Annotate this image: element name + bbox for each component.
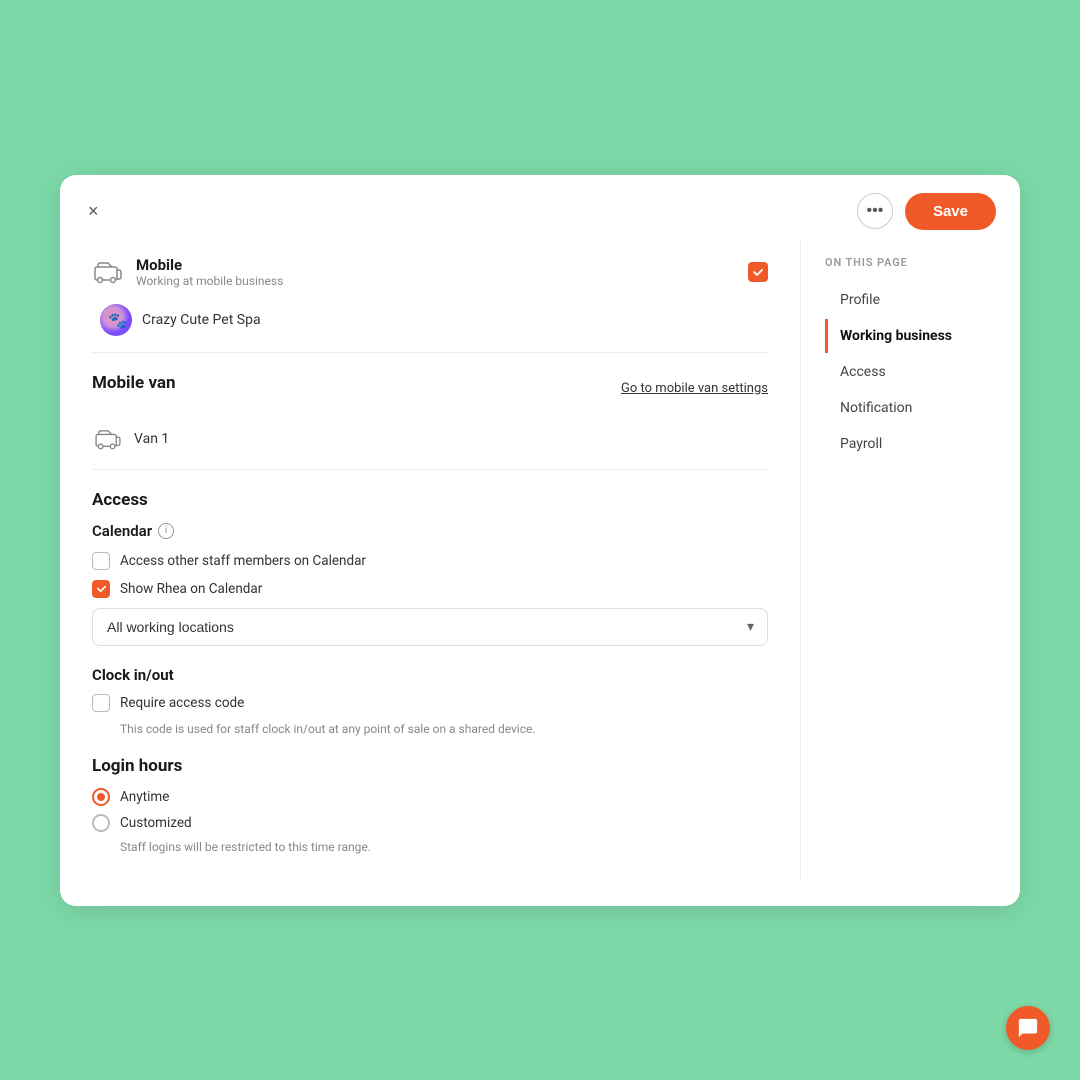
van-row: Van 1: [92, 417, 768, 461]
close-button[interactable]: ×: [84, 198, 103, 224]
radio-anytime: Anytime: [92, 788, 768, 806]
sidebar: ON THIS PAGE Profile Working business Ac…: [800, 240, 1020, 882]
modal-header: × ••• Save: [60, 175, 1020, 230]
calendar-header: Calendar i: [92, 522, 768, 540]
sidebar-item-access[interactable]: Access: [825, 355, 996, 389]
on-this-page-label: ON THIS PAGE: [825, 256, 996, 269]
sidebar-item-working-business[interactable]: Working business: [825, 319, 996, 353]
calendar-checkbox-2: Show Rhea on Calendar: [92, 580, 768, 598]
login-hours-section: Login hours Anytime Customized Staff log…: [92, 756, 768, 854]
modal-container: × ••• Save: [60, 175, 1020, 906]
radio-anytime-btn[interactable]: [92, 788, 110, 806]
mobile-info: Mobile Working at mobile business: [136, 256, 283, 288]
sidebar-item-notification[interactable]: Notification: [825, 391, 996, 425]
calendar-label-1: Access other staff members on Calendar: [120, 553, 366, 569]
mobile-row-left: Mobile Working at mobile business: [92, 256, 283, 288]
login-hours-title: Login hours: [92, 756, 768, 776]
more-options-button[interactable]: •••: [857, 193, 893, 229]
radio-customized-label: Customized: [120, 815, 192, 831]
access-code-checkbox-row: Require access code: [92, 694, 768, 712]
clock-title: Clock in/out: [92, 666, 768, 684]
locations-dropdown[interactable]: All working locations Specific location: [92, 608, 768, 646]
sidebar-item-payroll[interactable]: Payroll: [825, 427, 996, 461]
clock-section: Clock in/out Require access code This co…: [92, 666, 768, 736]
access-code-checkbox[interactable]: [92, 694, 110, 712]
business-row: 🐾 Crazy Cute Pet Spa: [92, 296, 768, 344]
mobile-checkbox[interactable]: [748, 262, 768, 282]
mobile-van-settings-link[interactable]: Go to mobile van settings: [621, 381, 768, 396]
calendar-check-empty-1[interactable]: [92, 552, 110, 570]
calendar-label-2: Show Rhea on Calendar: [120, 581, 262, 597]
modal-body: Mobile Working at mobile business: [60, 230, 1020, 906]
main-content: Mobile Working at mobile business: [60, 240, 800, 882]
business-avatar: 🐾: [100, 304, 132, 336]
access-title: Access: [92, 490, 768, 510]
mobile-section: Mobile Working at mobile business: [92, 248, 768, 353]
mobile-van-icon: [92, 256, 124, 288]
mobile-row: Mobile Working at mobile business: [92, 248, 768, 296]
mobile-van-header: Mobile van Go to mobile van settings: [92, 373, 768, 405]
mobile-subtitle: Working at mobile business: [136, 274, 283, 288]
business-name: Crazy Cute Pet Spa: [142, 312, 261, 328]
divider-1: [92, 352, 768, 353]
access-section: Access Calendar i Access other staff mem…: [92, 490, 768, 646]
access-code-helper: This code is used for staff clock in/out…: [120, 722, 768, 736]
mobile-van-title: Mobile van: [92, 373, 176, 393]
more-icon: •••: [867, 202, 884, 220]
save-button[interactable]: Save: [905, 193, 996, 230]
van-name: Van 1: [134, 431, 169, 447]
info-icon[interactable]: i: [158, 523, 174, 539]
van-icon: [92, 423, 124, 455]
radio-customized: Customized: [92, 814, 768, 832]
radio-customized-btn[interactable]: [92, 814, 110, 832]
calendar-title: Calendar: [92, 522, 152, 540]
svg-text:🐾: 🐾: [108, 311, 128, 330]
locations-dropdown-wrapper: All working locations Specific location …: [92, 608, 768, 646]
calendar-checkbox-1: Access other staff members on Calendar: [92, 552, 768, 570]
header-actions: ••• Save: [857, 193, 996, 230]
calendar-check-filled-2[interactable]: [92, 580, 110, 598]
radio-anytime-label: Anytime: [120, 789, 169, 805]
chat-button[interactable]: [1006, 1006, 1050, 1050]
sidebar-item-profile[interactable]: Profile: [825, 283, 996, 317]
mobile-title: Mobile: [136, 256, 283, 274]
login-hours-helper: Staff logins will be restricted to this …: [120, 840, 768, 854]
divider-2: [92, 469, 768, 470]
access-code-label: Require access code: [120, 695, 244, 711]
mobile-van-section: Mobile van Go to mobile van settings V: [92, 373, 768, 470]
